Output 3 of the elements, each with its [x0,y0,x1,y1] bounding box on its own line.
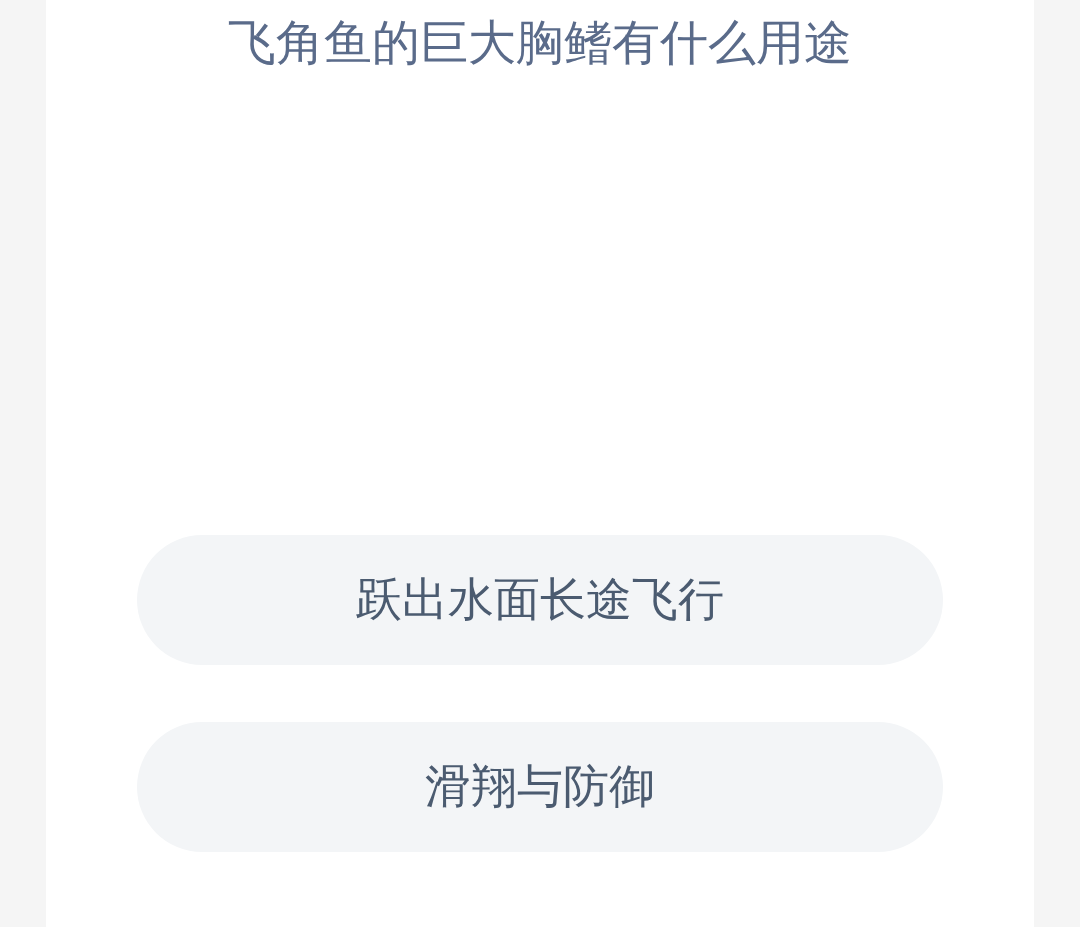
question-title: 飞角鱼的巨大胸鳍有什么用途 [228,13,852,72]
answer-option[interactable]: 跃出水面长途飞行 [137,535,943,665]
answer-option[interactable]: 滑翔与防御 [137,722,943,852]
